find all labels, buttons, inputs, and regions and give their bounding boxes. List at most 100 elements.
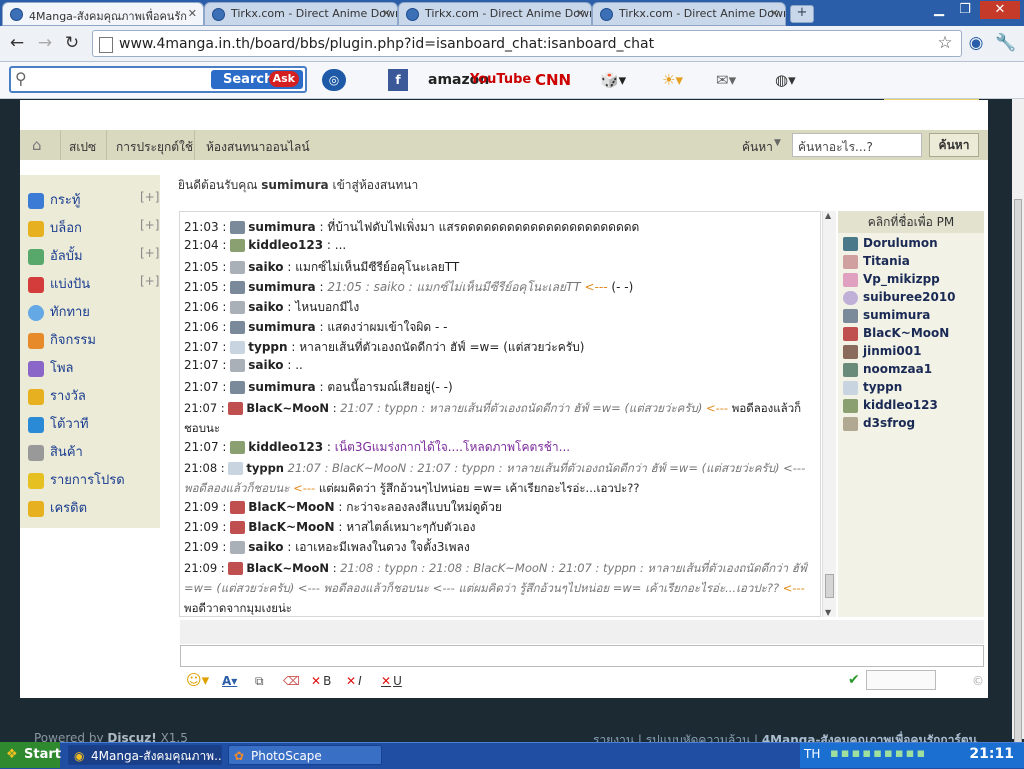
chat-log[interactable]: 21:03 : sumimura : ที่บ้านไฟดับไฟเพิ่งมา… [179, 211, 821, 617]
sidebar-item-credit[interactable]: เครดิต [28, 497, 87, 517]
start-button[interactable]: ❖ Start [0, 742, 61, 768]
mail-icon[interactable]: ✉▾ [716, 69, 736, 91]
sidebar-item-threads[interactable]: กระทู้ [+] [28, 189, 159, 209]
check-icon[interactable]: ✔ [848, 672, 860, 688]
message-input[interactable] [180, 645, 984, 667]
message-user[interactable]: BlacK~MooN [246, 401, 329, 415]
taskbar-item-chrome[interactable]: ◉ 4Manga-สังคมคุณภาพ... [68, 745, 222, 765]
online-user[interactable]: BlacK~MooN [843, 326, 949, 341]
message-user[interactable]: typpn [248, 340, 287, 354]
sidebar-item-greet[interactable]: ทักทาย [28, 301, 90, 321]
eraser-icon[interactable]: ⌫ [283, 674, 300, 688]
facebook-icon[interactable]: f [388, 69, 408, 91]
scroll-down-icon[interactable]: ▼ [825, 608, 831, 617]
online-user[interactable]: kiddleo123 [843, 398, 938, 413]
message-user[interactable]: kiddleo123 [248, 440, 323, 454]
message-user[interactable]: BlacK~MooN [246, 561, 329, 575]
sidebar-item-poll[interactable]: โพล [28, 357, 74, 377]
forward-arrow-icon[interactable]: → [34, 32, 56, 54]
message-user[interactable]: sumimura [248, 380, 315, 394]
language-indicator[interactable]: TH [804, 747, 820, 761]
tab-tirkx-3[interactable]: Tirkx.com - Direct Anime Down ✕ [592, 2, 786, 26]
new-tab-button[interactable]: + [790, 5, 814, 23]
expand-toggle[interactable]: [+] [140, 190, 159, 204]
message-user[interactable]: saiko [248, 300, 283, 314]
online-user[interactable]: jinmi001 [843, 344, 921, 359]
eye-icon[interactable]: ◍▾ [775, 69, 796, 91]
home-icon[interactable]: ⌂ [32, 136, 42, 154]
chat-scrollbar[interactable]: ▲ ▼ [822, 211, 836, 617]
site-search-button[interactable]: ค้นหา [929, 133, 979, 157]
message-user[interactable]: BlacK~MooN [248, 520, 334, 534]
reload-icon[interactable]: ↻ [61, 32, 83, 54]
back-arrow-icon[interactable]: ← [6, 32, 28, 54]
tab-tirkx-1[interactable]: Tirkx.com - Direct Anime Down ✕ [204, 2, 398, 26]
message-user[interactable]: sumimura [248, 280, 315, 294]
online-user[interactable]: typpn [843, 380, 902, 395]
smiley-icon[interactable]: ☺▾ [186, 671, 209, 689]
send-button[interactable] [866, 670, 936, 690]
ask-swirl-icon[interactable]: ◎ [322, 69, 346, 91]
close-icon[interactable]: ✕ [770, 7, 779, 20]
message-user[interactable]: saiko [248, 540, 283, 554]
extension-icon[interactable]: ◉ [965, 32, 987, 54]
breadcrumb-space[interactable]: สเปซ [69, 138, 96, 157]
breadcrumb-apps[interactable]: การประยุกต์ใช้ [116, 138, 193, 157]
youtube-icon[interactable]: YouTube [470, 69, 531, 91]
sidebar-item-album[interactable]: อัลบั้ม [+] [28, 245, 159, 265]
dice-games-icon[interactable]: 🎲▾ [600, 69, 626, 91]
site-search-input[interactable]: ค้นหาอะไร...? [792, 133, 922, 157]
ask-search-button[interactable]: Search Ask [211, 70, 303, 89]
italic-button[interactable]: ✕ I [346, 674, 362, 688]
online-user[interactable]: Titania [843, 254, 910, 269]
sidebar-item-favorites[interactable]: รายการโปรด [28, 469, 125, 489]
online-user[interactable]: Vp_mikizpp [843, 272, 940, 287]
online-user[interactable]: d3sfrog [843, 416, 915, 431]
message-user[interactable]: sumimura [248, 320, 315, 334]
message-user[interactable]: saiko [248, 260, 283, 274]
ask-search-input[interactable]: ⚲ Search Ask [9, 66, 307, 93]
close-icon[interactable]: ✕ [382, 7, 391, 20]
message-user[interactable]: saiko [248, 358, 283, 372]
sidebar-item-reward[interactable]: รางวัล [28, 385, 86, 405]
expand-toggle[interactable]: [+] [140, 218, 159, 232]
tab-4manga[interactable]: 4Manga-สังคมคุณภาพเพื่อคนรัก ✕ [2, 2, 204, 26]
minimize-icon[interactable]: ▁ [926, 1, 952, 19]
message-user[interactable]: typpn [246, 461, 284, 475]
online-user[interactable]: Dorulumon [843, 236, 938, 251]
online-user[interactable]: suiburee2010 [843, 290, 956, 305]
tray-icons[interactable]: ▪▪▪▪▪▪▪▪▪ [830, 746, 927, 761]
address-bar[interactable]: www.4manga.in.th/board/bbs/plugin.php?id… [92, 30, 962, 57]
message-user[interactable]: kiddleo123 [248, 238, 323, 252]
underline-button[interactable]: ✕ U [381, 674, 402, 688]
sidebar-item-blog[interactable]: บล็อก [+] [28, 217, 159, 237]
font-color-icon[interactable]: A▾ [222, 674, 237, 688]
page-scroll-thumb[interactable] [1014, 199, 1022, 769]
sidebar-item-activity[interactable]: กิจกรรม [28, 329, 96, 349]
window-close-icon[interactable]: ✕ [980, 1, 1020, 19]
scroll-up-icon[interactable]: ▲ [825, 211, 831, 220]
cnn-icon[interactable]: CNN [535, 69, 571, 91]
close-icon[interactable]: ✕ [576, 7, 585, 20]
sidebar-item-share[interactable]: แบ่งปัน [+] [28, 273, 159, 293]
scroll-thumb[interactable] [825, 574, 834, 598]
breadcrumb-chat-room[interactable]: ห้องสนทนาออนไลน์ [206, 138, 310, 157]
taskbar-item-photoscape[interactable]: ✿ PhotoScape [228, 745, 382, 765]
online-user[interactable]: noomzaa1 [843, 362, 932, 377]
expand-toggle[interactable]: [+] [140, 274, 159, 288]
weather-icon[interactable]: ☀▾ [662, 69, 683, 91]
page-scrollbar[interactable] [1012, 99, 1024, 769]
link-icon[interactable]: ⧉ [255, 674, 264, 689]
maximize-icon[interactable]: ❐ [952, 1, 978, 19]
bold-button[interactable]: ✕ B [311, 674, 331, 688]
message-user[interactable]: sumimura [248, 220, 315, 234]
close-icon[interactable]: ✕ [188, 7, 197, 20]
message-user[interactable]: BlacK~MooN [248, 500, 334, 514]
sidebar-item-debate[interactable]: โต้วาที [28, 413, 89, 433]
online-user[interactable]: sumimura [843, 308, 930, 323]
wrench-icon[interactable]: 🔧 [995, 32, 1017, 54]
sidebar-item-goods[interactable]: สินค้า [28, 441, 83, 461]
chevron-down-icon[interactable]: ▼ [774, 138, 781, 148]
tab-tirkx-2[interactable]: Tirkx.com - Direct Anime Down ✕ [398, 2, 592, 26]
expand-toggle[interactable]: [+] [140, 246, 159, 260]
